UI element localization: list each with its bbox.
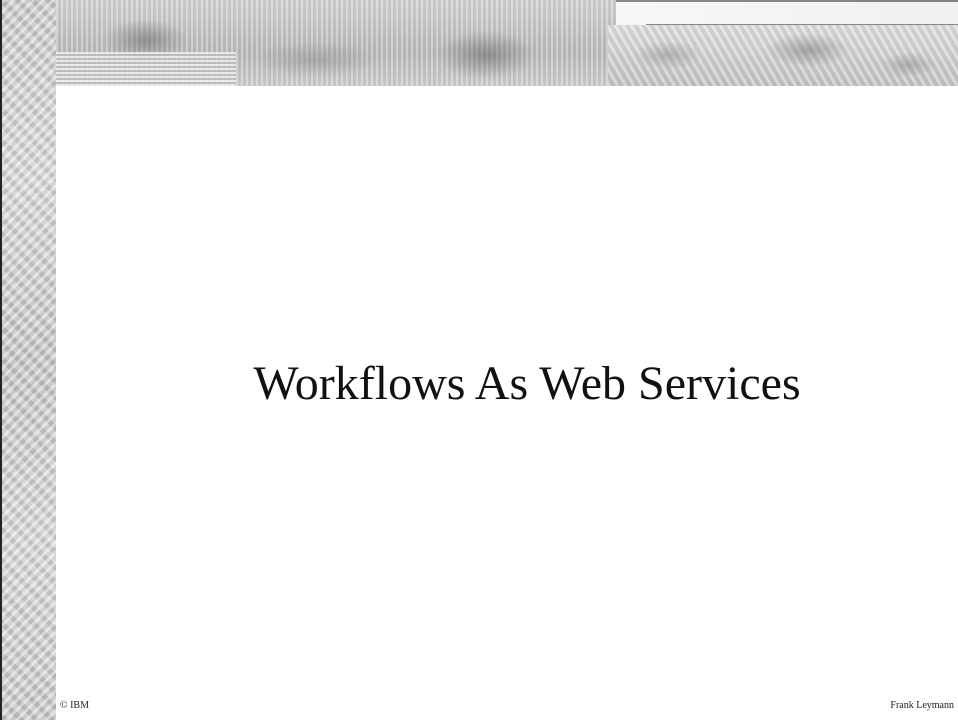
banner-stripes [56, 52, 236, 86]
footer-author: Frank Leymann [890, 700, 954, 711]
banner-rule-line [646, 24, 958, 25]
banner-leaf-texture-right [608, 25, 958, 86]
decorative-left-band [2, 0, 56, 720]
decorative-top-banner [56, 0, 958, 86]
footer-copyright: © IBM [60, 700, 89, 711]
slide: Workflows As Web Services © IBM Frank Le… [0, 0, 958, 720]
slide-title: Workflows As Web Services [253, 357, 801, 410]
